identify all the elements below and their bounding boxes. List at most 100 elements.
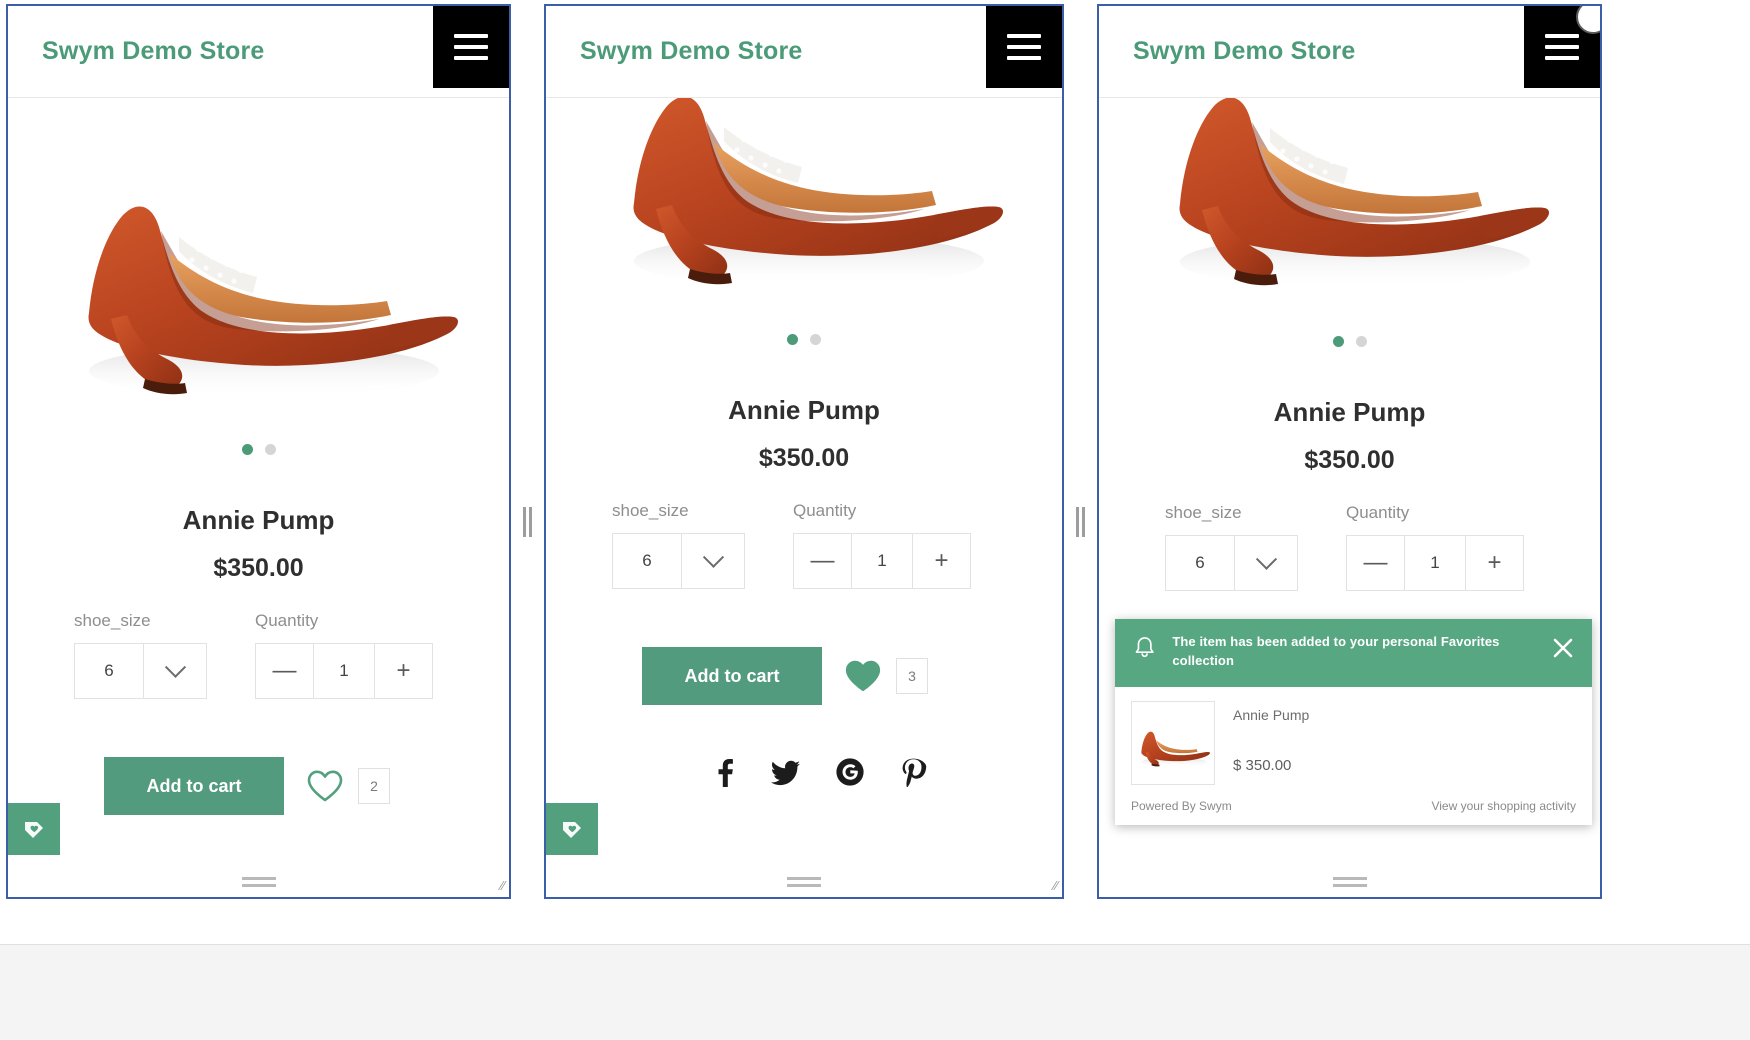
shoe-size-label: shoe_size <box>612 501 689 520</box>
social-share-row <box>546 757 1062 787</box>
carousel-dot-active[interactable] <box>787 334 798 345</box>
bottom-grip-handle-2[interactable] <box>546 875 1062 889</box>
quantity-label: Quantity <box>793 501 857 520</box>
quantity-increase-button[interactable]: + <box>912 534 970 588</box>
quantity-value[interactable]: 1 <box>314 644 374 698</box>
quantity-decrease-button[interactable]: — <box>1347 536 1405 590</box>
viewport-2: Swym Demo Store Annie Pump $350.00 shoe_… <box>546 6 1062 897</box>
shoe-size-value: 6 <box>1166 536 1235 590</box>
swym-launcher-button[interactable] <box>546 803 598 855</box>
shoe-size-label: shoe_size <box>74 611 151 630</box>
chevron-down-icon[interactable] <box>682 534 744 588</box>
store-header-3: Swym Demo Store <box>1099 6 1600 98</box>
shoe-illustration <box>633 98 1003 287</box>
shoe-illustration <box>88 206 458 397</box>
store-title[interactable]: Swym Demo Store <box>8 37 265 66</box>
carousel-dot[interactable] <box>264 444 276 455</box>
swym-heart-tag-icon <box>563 822 581 838</box>
page-bottom-band <box>0 944 1750 1040</box>
carousel-dot-active[interactable] <box>1332 336 1344 347</box>
quantity-stepper[interactable]: — 1 + <box>793 533 971 589</box>
close-icon[interactable] <box>1550 635 1576 661</box>
toast-item: Annie Pump $ 350.00 <box>1115 687 1592 795</box>
panel-resize-handle-1[interactable] <box>523 507 532 537</box>
store-header-2: Swym Demo Store <box>546 6 1062 98</box>
swym-launcher-button[interactable] <box>8 803 60 855</box>
toast-header: The item has been added to your personal… <box>1115 619 1592 687</box>
panel-resize-handle-2[interactable] <box>1076 507 1085 537</box>
store-title[interactable]: Swym Demo Store <box>546 37 803 66</box>
shoe-size-select[interactable]: 6 <box>1165 535 1298 591</box>
pinterest-icon[interactable] <box>899 757 927 787</box>
wishlist-control-1[interactable]: 2 <box>306 768 390 804</box>
carousel-dot[interactable] <box>810 334 821 345</box>
shoe-size-select[interactable]: 6 <box>612 533 745 589</box>
shoe-size-value: 6 <box>75 644 144 698</box>
product-options-3: shoe_size 6 Quantity — 1 + <box>1099 475 1600 591</box>
device-preview-panel-3[interactable]: Swym Demo Store Annie Pump $350.00 shoe_… <box>1097 4 1602 899</box>
quantity-label: Quantity <box>1346 503 1410 522</box>
bottom-grip-handle-3[interactable] <box>1099 875 1600 889</box>
quantity-decrease-button[interactable]: — <box>256 644 314 698</box>
burger-line <box>1007 56 1041 60</box>
resize-corner-2[interactable]: ⁄⁄ <box>1054 878 1058 893</box>
toast-item-thumbnail <box>1131 701 1215 785</box>
google-plus-icon[interactable] <box>835 757 865 787</box>
product-options-2: shoe_size 6 Quantity — 1 + <box>546 473 1062 589</box>
quantity-value[interactable]: 1 <box>852 534 912 588</box>
wishlist-control-2[interactable]: 3 <box>844 658 928 694</box>
carousel-dot-active[interactable] <box>241 444 253 455</box>
device-preview-panel-1[interactable]: Swym Demo Store Annie Pump $350.00 shoe_… <box>6 4 511 899</box>
product-image-2[interactable] <box>546 98 1062 328</box>
quantity-increase-button[interactable]: + <box>1465 536 1523 590</box>
swym-heart-tag-icon <box>25 822 43 838</box>
carousel-dots-1[interactable] <box>8 438 509 455</box>
shoe-size-select[interactable]: 6 <box>74 643 207 699</box>
quantity-decrease-button[interactable]: — <box>794 534 852 588</box>
hamburger-menu-icon[interactable] <box>433 6 509 88</box>
heart-outline-icon[interactable] <box>306 769 344 803</box>
quantity-increase-button[interactable]: + <box>374 644 432 698</box>
quantity-group: Quantity — 1 + <box>793 501 971 589</box>
product-title: Annie Pump <box>182 505 335 535</box>
burger-line <box>1007 34 1041 38</box>
chevron-down-icon[interactable] <box>144 644 206 698</box>
add-to-cart-button[interactable]: Add to cart <box>642 647 822 705</box>
view-shopping-activity-link[interactable]: View your shopping activity <box>1431 799 1576 813</box>
product-price: $350.00 <box>758 444 850 472</box>
chevron-down-icon[interactable] <box>1235 536 1297 590</box>
carousel-dots-2[interactable] <box>546 328 1062 345</box>
store-header-1: Swym Demo Store <box>8 6 509 98</box>
shoe-photo <box>594 98 1014 323</box>
carousel-dots-3[interactable] <box>1099 330 1600 347</box>
burger-line <box>454 45 488 49</box>
burger-line <box>1545 34 1579 38</box>
resize-corner-1[interactable]: ⁄⁄ <box>501 878 505 893</box>
quantity-stepper[interactable]: — 1 + <box>255 643 433 699</box>
viewport-3: Swym Demo Store Annie Pump $350.00 shoe_… <box>1099 6 1600 897</box>
bell-icon <box>1135 637 1154 658</box>
store-title[interactable]: Swym Demo Store <box>1099 37 1356 66</box>
wishlist-count-badge: 3 <box>896 658 928 694</box>
product-image-1[interactable] <box>8 98 509 438</box>
twitter-icon[interactable] <box>771 757 801 787</box>
quantity-value[interactable]: 1 <box>1405 536 1465 590</box>
product-image-3[interactable] <box>1099 98 1600 330</box>
product-title: Annie Pump <box>1273 397 1426 427</box>
heart-filled-icon[interactable] <box>844 659 882 693</box>
action-row-2: Add to cart 3 <box>546 647 1062 705</box>
device-preview-panel-2[interactable]: Swym Demo Store Annie Pump $350.00 shoe_… <box>544 4 1064 899</box>
wishlist-toast-notification: The item has been added to your personal… <box>1115 619 1592 825</box>
powered-by-label: Powered By Swym <box>1131 799 1232 813</box>
quantity-stepper[interactable]: — 1 + <box>1346 535 1524 591</box>
hamburger-menu-icon[interactable] <box>986 6 1062 88</box>
add-to-cart-button[interactable]: Add to cart <box>104 757 284 815</box>
carousel-dot[interactable] <box>1355 336 1367 347</box>
facebook-icon[interactable] <box>711 757 737 787</box>
product-title: Annie Pump <box>728 395 880 425</box>
shoe-size-group: shoe_size 6 <box>612 501 745 589</box>
shoe-size-group: shoe_size 6 <box>1165 503 1298 591</box>
shoe-illustration <box>1179 98 1549 288</box>
viewport-1: Swym Demo Store Annie Pump $350.00 shoe_… <box>8 6 509 897</box>
bottom-grip-handle-1[interactable] <box>8 875 509 889</box>
